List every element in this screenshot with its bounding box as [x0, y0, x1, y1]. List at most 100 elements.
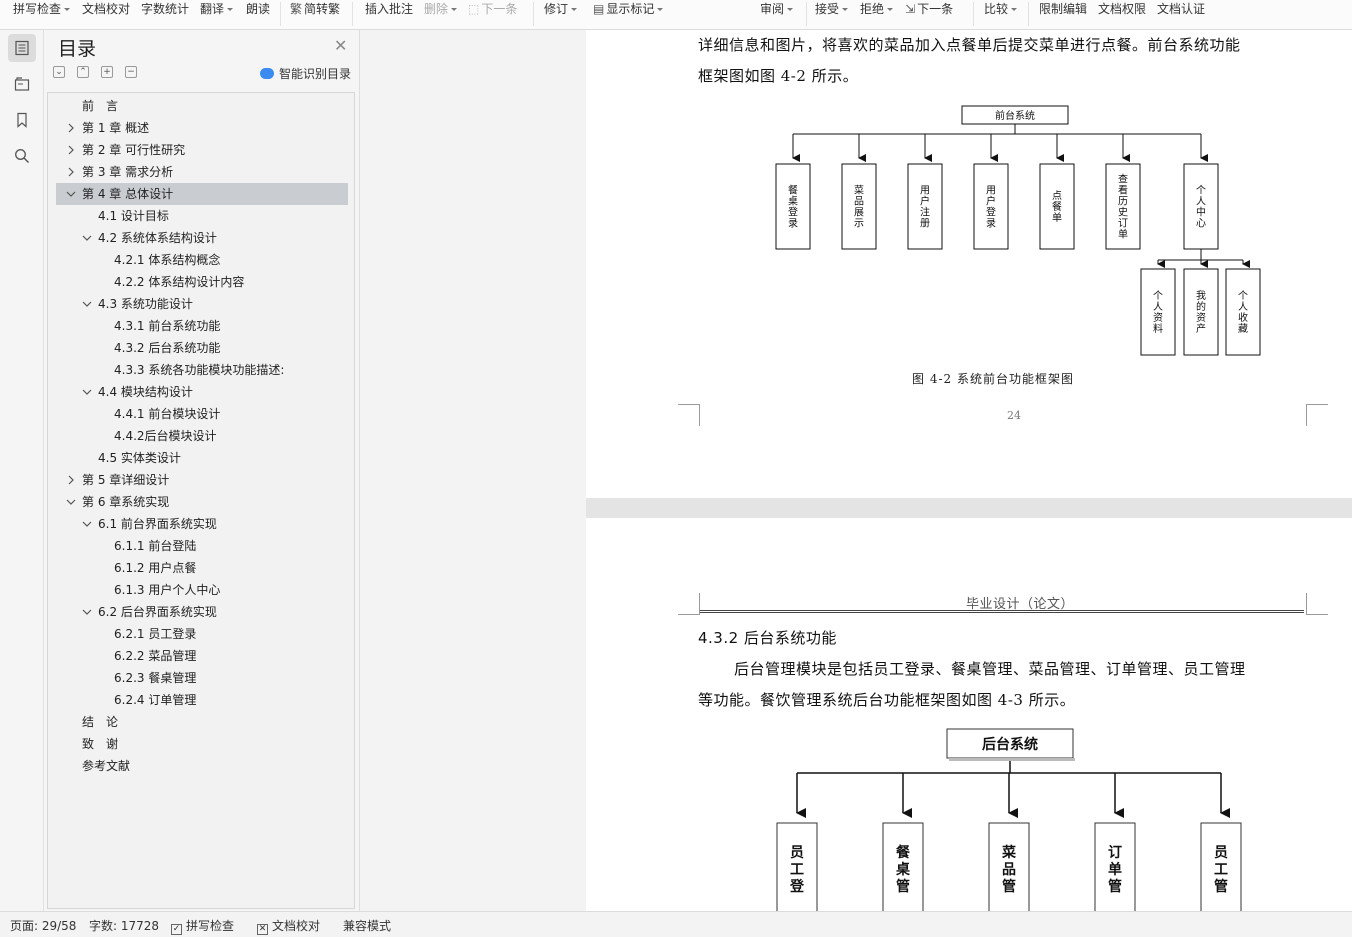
diagram-child-label: 个人中心 [1196, 185, 1206, 230]
toc-item[interactable]: 6.1.2 用户点餐 [56, 557, 348, 579]
word-count-indicator[interactable]: 字数: 17728 [89, 917, 159, 934]
review-button[interactable]: 审阅 [760, 0, 794, 18]
toc-item[interactable]: 第 2 章 可行性研究 [56, 139, 348, 161]
diagram-child-label: 用户登录 [986, 186, 996, 230]
spell-check-toggle[interactable]: ✓ 拼写检查 [171, 917, 234, 935]
chevron-right-icon[interactable] [66, 475, 76, 485]
toc-item[interactable]: 6.1.3 用户个人中心 [56, 579, 348, 601]
toc-item[interactable]: 致 谢 [56, 733, 348, 755]
toc-item[interactable]: 4.4.2后台模块设计 [56, 425, 348, 447]
doc-proof-button[interactable]: 文档校对 [82, 0, 130, 18]
diagram-child-label: 餐桌登录 [788, 184, 798, 230]
next-change-button[interactable]: ⇲ 下一条 [905, 0, 953, 18]
next-comment-button[interactable]: ⬚ 下一条 [468, 0, 517, 18]
checkbox-checked-icon: ✓ [171, 924, 182, 935]
toc-panel-button[interactable] [8, 34, 36, 62]
toc-item[interactable]: 6.2.2 菜品管理 [56, 645, 348, 667]
insert-comment-button[interactable]: 插入批注 [365, 0, 413, 18]
toc-item[interactable]: 4.3.3 系统各功能模块功能描述: [56, 359, 348, 381]
chevron-down-icon[interactable] [82, 607, 92, 617]
chevron-down-icon[interactable] [82, 387, 92, 397]
toc-item[interactable]: 4.2.1 体系结构概念 [56, 249, 348, 271]
chevron-down-icon [657, 8, 664, 11]
toc-item[interactable]: 第 3 章 需求分析 [56, 161, 348, 183]
chevron-right-icon[interactable] [66, 145, 76, 155]
bookmark-button[interactable] [8, 106, 36, 134]
chevron-down-icon[interactable] [82, 299, 92, 309]
review-label: 审阅 [760, 2, 785, 16]
toc-item-label: 4.4.2后台模块设计 [114, 429, 217, 443]
toc-icon [15, 40, 29, 56]
revise-button[interactable]: 修订 [544, 0, 578, 18]
toc-item-label: 第 3 章 需求分析 [82, 165, 174, 179]
delete-comment-button[interactable]: 删除 [424, 0, 458, 18]
toc-item[interactable]: 4.3 系统功能设计 [56, 293, 348, 315]
chevron-down-icon[interactable] [82, 519, 92, 529]
revise-label: 修订 [544, 2, 569, 16]
translate-label: 翻译 [200, 2, 225, 16]
chevron-down-icon[interactable] [82, 233, 92, 243]
spell-check-label: 拼写检查 [13, 2, 62, 16]
toc-item[interactable]: 结 论 [56, 711, 348, 733]
reject-button[interactable]: 拒绝 [860, 0, 894, 18]
translate-button[interactable]: 翻译 [200, 0, 234, 18]
toc-item[interactable]: 6.1.1 前台登陆 [56, 535, 348, 557]
restrict-edit-button[interactable]: 限制编辑 [1039, 0, 1087, 18]
toc-item[interactable]: 参考文献 [56, 755, 348, 777]
toc-item-label: 6.1.2 用户点餐 [114, 561, 197, 575]
toc-item[interactable]: 第 6 章系统实现 [56, 491, 348, 513]
toc-item[interactable]: 第 1 章 概述 [56, 117, 348, 139]
toc-item-label: 结 论 [82, 715, 119, 729]
close-icon[interactable]: ✕ [334, 36, 347, 55]
doc-certify-button[interactable]: 文档认证 [1157, 0, 1205, 18]
chevron-right-icon[interactable] [66, 123, 76, 133]
chevron-right-icon[interactable] [66, 167, 76, 177]
remove-level-icon[interactable]: − [125, 66, 137, 78]
document-canvas: 详细信息和图片，将喜欢的菜品加入点餐单后提交菜单进行点餐。前台系统功能 框架图如… [586, 30, 1352, 911]
toc-item-label: 6.1.3 用户个人中心 [114, 583, 221, 597]
toc-item[interactable]: 第 5 章详细设计 [56, 469, 348, 491]
show-marks-icon: ▤ [593, 2, 605, 16]
simp-trad-button[interactable]: 繁简转繁 [290, 0, 340, 18]
toc-item[interactable]: 6.2.1 员工登录 [56, 623, 348, 645]
chevron-down-icon[interactable] [66, 189, 76, 199]
add-level-icon[interactable]: + [101, 66, 113, 78]
toc-item[interactable]: 4.4.1 前台模块设计 [56, 403, 348, 425]
toc-item[interactable]: 4.3.2 后台系统功能 [56, 337, 348, 359]
toc-item[interactable]: 6.1 前台界面系统实现 [56, 513, 348, 535]
bookmark-icon [17, 112, 27, 128]
page-indicator[interactable]: 页面: 29/58 [10, 917, 76, 934]
toc-item-label: 参考文献 [82, 759, 131, 773]
toc-item[interactable]: 4.2 系统体系结构设计 [56, 227, 348, 249]
doc-proof-toggle[interactable]: ✕ 文档校对 [257, 917, 320, 935]
toc-item[interactable]: 第 4 章 总体设计 [56, 183, 348, 205]
word-count-button[interactable]: 字数统计 [141, 0, 189, 18]
toc-item[interactable]: 前 言 [56, 95, 348, 117]
spell-check-button[interactable]: 拼写检查 [13, 0, 71, 18]
toc-item[interactable]: 6.2 后台界面系统实现 [56, 601, 348, 623]
toc-item[interactable]: 4.4 模块结构设计 [56, 381, 348, 403]
toc-item[interactable]: 4.1 设计目标 [56, 205, 348, 227]
expand-up-icon[interactable]: ⌃ [77, 66, 89, 78]
doc-permission-button[interactable]: 文档权限 [1098, 0, 1146, 18]
collapse-all-icon[interactable]: ⌄ [53, 66, 65, 78]
read-aloud-button[interactable]: 朗读 [246, 0, 270, 18]
toc-item[interactable]: 4.3.1 前台系统功能 [56, 315, 348, 337]
toc-item[interactable]: 4.2.2 体系结构设计内容 [56, 271, 348, 293]
toc-item-label: 6.1 前台界面系统实现 [98, 517, 217, 531]
diagram-subchild-label: 我的资产 [1196, 290, 1206, 335]
toc-item[interactable]: 6.2.3 餐桌管理 [56, 667, 348, 689]
chapter-nav-button[interactable] [8, 70, 36, 98]
accept-button[interactable]: 接受 [815, 0, 849, 18]
toc-item[interactable]: 6.2.4 订单管理 [56, 689, 348, 711]
compare-button[interactable]: 比较 [984, 0, 1018, 18]
show-marks-button[interactable]: ▤ 显示标记 [593, 0, 664, 18]
toolbar-divider [533, 2, 534, 26]
toc-item-label: 4.2.2 体系结构设计内容 [114, 275, 245, 289]
chevron-down-icon[interactable] [66, 497, 76, 507]
diagram-child-label: 菜品展示 [854, 185, 864, 230]
chevron-down-icon [1011, 8, 1018, 11]
smart-toc-button[interactable]: 智能识别目录 [260, 65, 351, 82]
toc-item[interactable]: 4.5 实体类设计 [56, 447, 348, 469]
search-button[interactable] [8, 142, 36, 170]
